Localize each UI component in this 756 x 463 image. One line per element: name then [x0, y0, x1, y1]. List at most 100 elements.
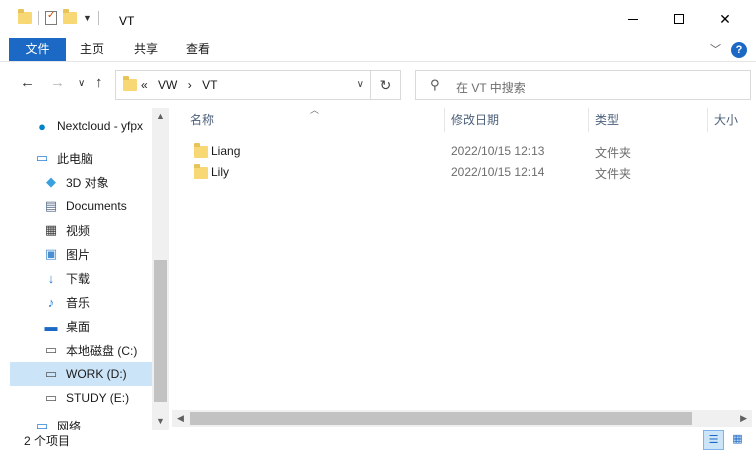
large-icons-view-button[interactable]: ▦ — [727, 430, 748, 450]
recent-locations-chevron-icon[interactable]: ∨ — [78, 78, 85, 89]
search-input[interactable]: ⚲ 在 VT 中搜索 — [415, 70, 751, 100]
sidebar-item-drive-e[interactable]: ▭ STUDY (E:) — [10, 386, 152, 410]
folder-icon — [123, 76, 137, 91]
column-divider[interactable] — [444, 108, 445, 132]
sidebar-item-documents[interactable]: ▤ Documents — [10, 194, 152, 218]
column-header-name[interactable]: 名称 — [190, 108, 214, 134]
drive-icon: ▭ — [44, 342, 58, 357]
back-button[interactable]: ← — [20, 74, 35, 91]
up-button[interactable]: ↑ — [95, 74, 103, 91]
minimize-button[interactable] — [610, 0, 656, 38]
sidebar-item-label: Documents — [66, 199, 127, 213]
sidebar-item-music[interactable]: ♪ 音乐 — [10, 290, 152, 314]
picture-icon: ▣ — [44, 246, 58, 261]
refresh-icon: ↻ — [379, 77, 392, 93]
sidebar-item-label: 本地磁盘 (C:) — [66, 343, 138, 358]
forward-button[interactable]: → — [50, 74, 65, 91]
sort-ascending-icon: ︿ — [310, 105, 320, 115]
scroll-up-icon[interactable]: ▲ — [156, 111, 165, 121]
tab-share[interactable]: 共享 — [120, 38, 172, 61]
column-header-type[interactable]: 类型 — [595, 108, 619, 134]
table-row[interactable]: Lily 2022/10/15 12:14 文件夹 — [190, 161, 750, 182]
expand-ribbon-chevron-icon[interactable]: ﹀ — [710, 41, 721, 57]
tab-view[interactable]: 查看 — [172, 38, 224, 61]
sidebar-item-label: 图片 — [66, 247, 91, 262]
sidebar-item-label: 此电脑 — [57, 151, 94, 166]
maximize-icon — [674, 14, 684, 24]
nextcloud-icon: ● — [38, 118, 46, 134]
sidebar-item-label: 3D 对象 — [66, 175, 109, 190]
file-name: Liang — [211, 144, 241, 158]
sidebar-item-3d-objects[interactable]: ◆ 3D 对象 — [10, 170, 152, 194]
scroll-left-icon[interactable]: ◀ — [177, 413, 184, 424]
horizontal-scrollbar[interactable]: ◀ ▶ — [172, 410, 752, 427]
tab-file[interactable]: 文件 — [9, 38, 66, 61]
desktop-icon: ▬ — [44, 318, 58, 334]
music-icon: ♪ — [47, 294, 55, 310]
refresh-button[interactable]: ↻ — [371, 70, 401, 100]
video-icon: ▦ — [44, 222, 58, 237]
sidebar-item-label: WORK (D:) — [66, 367, 127, 381]
breadcrumb: « VW › VT — [141, 78, 224, 92]
cube-3d-icon: ◆ — [46, 174, 56, 189]
sidebar-item-drive-d[interactable]: ▭ WORK (D:) — [10, 362, 152, 386]
ribbon-tabs: 文件 主页 共享 查看 ﹀ ? — [0, 38, 756, 62]
navigation-pane: ● Nextcloud - yfpx ▭ 此电脑 ◆ 3D 对象 ▤ Docum… — [0, 108, 169, 430]
close-icon: ✕ — [719, 10, 731, 27]
sidebar-item-drive-c[interactable]: ▭ 本地磁盘 (C:) — [10, 338, 152, 362]
scroll-right-icon[interactable]: ▶ — [740, 413, 747, 424]
folder-icon — [18, 9, 32, 24]
search-icon: ⚲ — [430, 77, 440, 92]
sidebar-scrollbar[interactable]: ▲ ▼ — [152, 108, 169, 430]
file-list: ︿ 名称 修改日期 类型 大小 Liang 2022/10/15 12:13 文… — [172, 105, 756, 430]
tab-home[interactable]: 主页 — [66, 38, 118, 61]
sidebar-item-this-pc[interactable]: ▭ 此电脑 — [10, 146, 152, 170]
drive-icon: ▭ — [44, 366, 58, 381]
sidebar-item-pictures[interactable]: ▣ 图片 — [10, 242, 152, 266]
close-button[interactable]: ✕ — [702, 0, 748, 38]
sidebar-item-label: 视频 — [66, 223, 91, 238]
file-date: 2022/10/15 12:13 — [451, 144, 545, 158]
column-divider[interactable] — [588, 108, 589, 132]
sidebar-item-label: STUDY (E:) — [66, 391, 130, 405]
help-icon[interactable]: ? — [731, 42, 747, 58]
quick-access-toolbar: ▼ — [18, 9, 99, 25]
folder-icon — [194, 143, 208, 158]
sidebar-item-label: 桌面 — [66, 319, 91, 334]
download-icon: ↓ — [47, 270, 55, 286]
sidebar-item-label: 音乐 — [66, 295, 91, 310]
folder-icon — [194, 164, 208, 179]
column-divider[interactable] — [707, 108, 708, 132]
properties-icon[interactable] — [45, 10, 57, 25]
file-type: 文件夹 — [595, 167, 632, 181]
column-header-size[interactable]: 大小 — [714, 108, 738, 134]
scroll-down-icon[interactable]: ▼ — [156, 416, 165, 426]
breadcrumb-separator-icon[interactable]: › — [188, 78, 192, 92]
new-folder-icon[interactable] — [63, 9, 77, 24]
status-bar: 2 个项目 ☰ ▦ — [0, 427, 756, 463]
customize-toolbar-dropdown-icon[interactable]: ▼ — [83, 13, 92, 23]
sidebar-item-nextcloud[interactable]: ● Nextcloud - yfpx — [10, 114, 152, 138]
minimize-icon — [628, 18, 638, 20]
document-icon: ▤ — [44, 198, 58, 213]
breadcrumb-overflow[interactable]: « — [141, 78, 148, 92]
address-bar[interactable]: « VW › VT ∨ — [115, 70, 371, 100]
details-view-button[interactable]: ☰ — [703, 430, 724, 450]
sidebar-item-label: Nextcloud - yfpx — [57, 119, 144, 133]
sidebar-item-downloads[interactable]: ↓ 下载 — [10, 266, 152, 290]
maximize-button[interactable] — [656, 0, 702, 38]
horizontal-scroll-thumb[interactable] — [190, 412, 692, 425]
sidebar-item-videos[interactable]: ▦ 视频 — [10, 218, 152, 242]
sidebar-scroll-thumb[interactable] — [154, 260, 167, 402]
breadcrumb-item-vt[interactable]: VT — [202, 78, 217, 92]
column-header-date-modified[interactable]: 修改日期 — [451, 108, 499, 134]
table-row[interactable]: Liang 2022/10/15 12:13 文件夹 — [190, 140, 750, 161]
file-name: Lily — [211, 165, 230, 179]
large-icons-view-icon: ▦ — [732, 433, 743, 445]
address-dropdown-icon[interactable]: ∨ — [357, 79, 364, 90]
file-type: 文件夹 — [595, 146, 632, 160]
breadcrumb-item-vw[interactable]: VW — [158, 78, 177, 92]
drive-icon: ▭ — [44, 390, 58, 405]
sidebar-item-desktop[interactable]: ▬ 桌面 — [10, 314, 152, 338]
item-count: 2 个项目 — [24, 434, 71, 448]
